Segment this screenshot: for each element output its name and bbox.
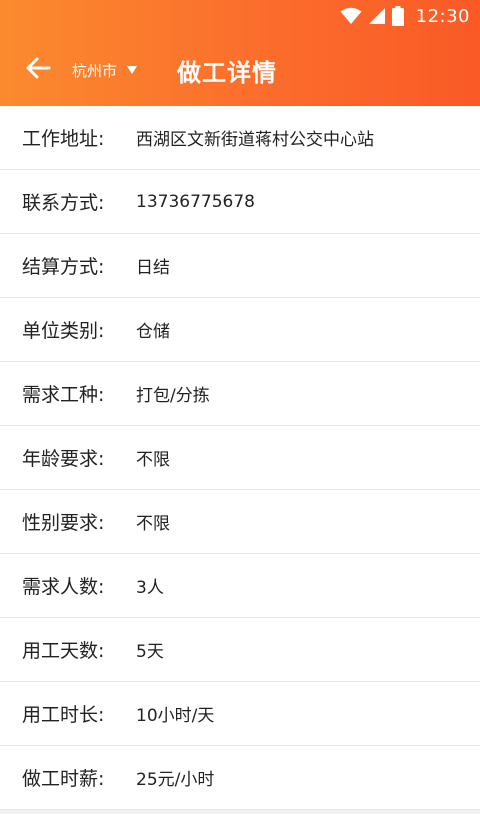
detail-label: 结算方式: bbox=[22, 256, 105, 278]
city-selector[interactable]: 杭州市 bbox=[72, 60, 138, 81]
detail-value: 10小时/天 bbox=[136, 706, 215, 726]
detail-row-days: 用工天数: 5天 bbox=[0, 618, 480, 682]
detail-list: 工作地址: 西湖区文新街道蒋村公交中心站 联系方式: 13736775678 结… bbox=[0, 106, 480, 810]
detail-label: 性别要求: bbox=[22, 512, 105, 534]
detail-label: 用工天数: bbox=[22, 640, 105, 662]
detail-value: 3人 bbox=[136, 578, 164, 598]
app-header: 12:30 杭州市 做工详情 bbox=[0, 0, 480, 106]
detail-value: 打包/分拣 bbox=[136, 386, 210, 406]
detail-label: 需求人数: bbox=[22, 576, 105, 598]
detail-row-job-type: 需求工种: 打包/分拣 bbox=[0, 362, 480, 426]
detail-value: 5天 bbox=[136, 642, 164, 662]
detail-label: 需求工种: bbox=[22, 384, 105, 406]
detail-row-age: 年龄要求: 不限 bbox=[0, 426, 480, 490]
arrow-left-icon bbox=[25, 57, 51, 83]
detail-value: 25元/小时 bbox=[136, 770, 215, 790]
back-button[interactable] bbox=[16, 48, 60, 92]
nav-bar: 杭州市 做工详情 bbox=[0, 42, 480, 98]
detail-row-settlement: 结算方式: 日结 bbox=[0, 234, 480, 298]
detail-row-headcount: 需求人数: 3人 bbox=[0, 554, 480, 618]
detail-value: 不限 bbox=[136, 450, 170, 470]
detail-value: 仓储 bbox=[136, 322, 170, 342]
signal-icon bbox=[368, 7, 386, 25]
detail-label: 年龄要求: bbox=[22, 448, 105, 470]
detail-label: 单位类别: bbox=[22, 320, 105, 342]
detail-row-wage: 做工时薪: 25元/小时 bbox=[0, 746, 480, 810]
detail-value: 不限 bbox=[136, 514, 170, 534]
detail-label: 做工时薪: bbox=[22, 768, 105, 790]
phone-number[interactable]: 13736775678 bbox=[136, 192, 255, 212]
battery-icon bbox=[391, 6, 404, 26]
status-bar: 12:30 bbox=[0, 0, 480, 32]
detail-label: 联系方式: bbox=[22, 192, 105, 214]
detail-row-hours: 用工时长: 10小时/天 bbox=[0, 682, 480, 746]
city-label: 杭州市 bbox=[72, 61, 118, 80]
page-title: 做工详情 bbox=[177, 58, 278, 87]
detail-row-gender: 性别要求: 不限 bbox=[0, 490, 480, 554]
detail-label: 用工时长: bbox=[22, 704, 105, 726]
detail-value: 西湖区文新街道蒋村公交中心站 bbox=[136, 130, 374, 150]
detail-label: 工作地址: bbox=[22, 128, 105, 150]
caret-down-icon bbox=[127, 66, 138, 74]
detail-row-address: 工作地址: 西湖区文新街道蒋村公交中心站 bbox=[0, 106, 480, 170]
wifi-icon bbox=[340, 7, 362, 25]
detail-value: 日结 bbox=[136, 258, 170, 278]
status-time: 12:30 bbox=[415, 5, 470, 27]
detail-row-company-type: 单位类别: 仓储 bbox=[0, 298, 480, 362]
detail-row-contact[interactable]: 联系方式: 13736775678 bbox=[0, 170, 480, 234]
